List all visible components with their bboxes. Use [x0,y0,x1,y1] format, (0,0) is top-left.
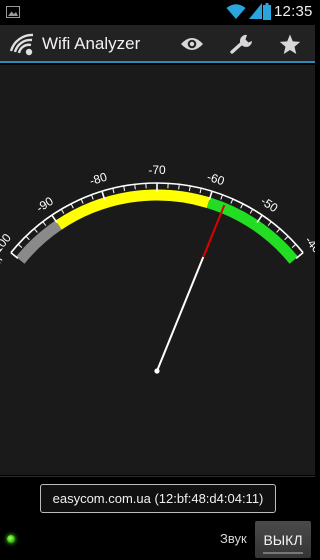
gauge-tick [134,184,136,190]
gauge-tick [112,188,115,194]
toggle-indicator-line [263,552,303,554]
gauge-tick [70,203,74,209]
wrench-icon [230,34,252,54]
gauge-zone-0 [15,220,62,264]
gauge-needle-tip [202,204,226,258]
gauge-tick [25,235,30,241]
gauge-tick [284,235,289,241]
signal-gauge: -100-90-80 -70 -60-50-40dBm [0,163,315,374]
eye-button[interactable] [177,30,207,58]
action-bar: Wifi Analyzer [0,25,315,63]
gauge-tick [10,252,19,259]
gauge-needle-pivot [154,368,160,374]
app-wifi-icon [9,33,34,56]
bottom-bar: Звук ВЫКЛ [0,518,315,560]
eye-icon [181,38,203,50]
gauge-tick [80,198,84,204]
gauge-tick [178,184,180,190]
star-icon [279,34,301,54]
gauge-scale-label: -80 [88,170,109,189]
signal-icon [249,3,262,19]
gauge-tick [188,185,191,191]
status-bar: 12:35 [0,0,315,25]
gauge-tick [33,228,38,233]
status-indicator-led [7,535,15,543]
gauge-tick [291,243,297,248]
wifi-icon [226,4,246,19]
gauge-tick [249,208,254,214]
status-time: 12:35 [274,3,313,20]
network-selector[interactable]: easycom.com.ua (12:bf:48:d4:04:11) [40,484,276,513]
gauge-needle [156,256,205,372]
star-button[interactable] [275,30,305,58]
app-title: Wifi Analyzer [42,34,141,53]
gauge-scale-label: -40 [302,233,315,256]
gauge-tick [90,194,94,200]
gauge-tick [267,221,272,226]
gauge-tick [240,203,244,209]
gauge-tick [60,208,65,214]
sound-toggle-label: ВЫКЛ [263,531,303,548]
sound-label: Звук [220,531,247,546]
gauge-tick [230,198,234,204]
gauge-tick [42,221,47,226]
sound-toggle-button[interactable]: ВЫКЛ [255,521,311,558]
gauge-scale-label: -70 [148,163,166,177]
gauge-unit-label: dBm [0,254,5,280]
image-notification-icon [6,6,20,18]
gauge-tick [220,194,224,200]
gauge-tick [123,185,126,191]
gauge-scale-label: -90 [34,194,56,215]
gauge-tick [17,243,23,248]
wrench-button[interactable] [227,30,257,58]
gauge-scale-label: -60 [205,170,226,189]
gauge-tick [276,228,281,233]
gauge-tick [295,252,304,259]
battery-icon [263,3,271,20]
divider [0,476,315,477]
gauge-scale-label: -50 [258,194,280,215]
gauge-tick [199,188,202,194]
signal-meter: -100 -90 -80 -70 -60 -50 -40 dBm [0,65,315,475]
